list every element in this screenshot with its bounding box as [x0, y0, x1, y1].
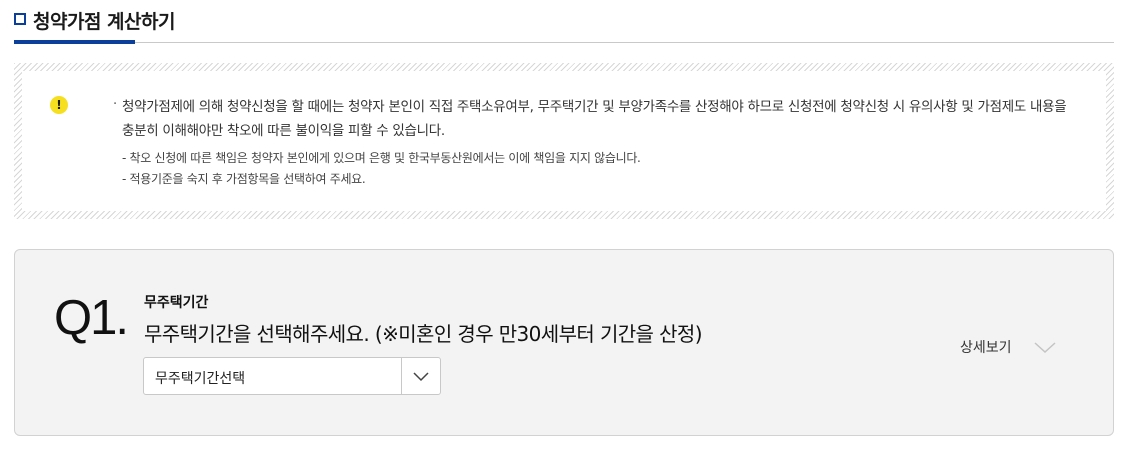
period-select[interactable]: 무주택기간선택 [143, 357, 441, 395]
notice-main-text: 청약가점제에 의해 청약신청을 할 때에는 청약자 본인이 직접 주택소유여부,… [122, 99, 1067, 139]
title-divider [14, 42, 1114, 43]
question-card: Q1. 무주택기간 무주택기간을 선택해주세요. (※미혼인 경우 만30세부터… [14, 249, 1114, 436]
detail-toggle-button[interactable]: 상세보기 [960, 335, 1060, 359]
notice-bullet: · [113, 97, 118, 112]
title-accent-bar [14, 40, 135, 44]
notice-sub-text: - 착오 신청에 따른 책임은 청약자 본인에게 있으며 은행 및 한국부동산원… [122, 151, 641, 165]
question-text: 무주택기간을 선택해주세요. (※미혼인 경우 만30세부터 기간을 산정) [144, 322, 703, 346]
notice-box: ! · 청약가점제에 의해 청약신청을 할 때에는 청약자 본인이 직접 주택소… [14, 63, 1114, 219]
notice-sub-text: - 적용기준을 숙지 후 가점항목을 선택하여 주세요. [122, 172, 366, 186]
section-header: 청약가점 계산하기 [14, 0, 1114, 44]
warning-icon: ! [50, 96, 68, 114]
chevron-down-icon [413, 372, 429, 382]
select-divider [401, 358, 402, 394]
page-title: 청약가점 계산하기 [33, 11, 175, 33]
question-number: Q1. [54, 291, 129, 345]
square-bullet-icon [14, 13, 26, 25]
detail-label: 상세보기 [960, 340, 1012, 356]
select-value: 무주택기간선택 [155, 371, 246, 387]
question-title: 무주택기간 [144, 295, 209, 311]
chevron-down-icon [1034, 342, 1056, 354]
notice-content: ! · 청약가점제에 의해 청약신청을 할 때에는 청약자 본인이 직접 주택소… [22, 71, 1106, 211]
